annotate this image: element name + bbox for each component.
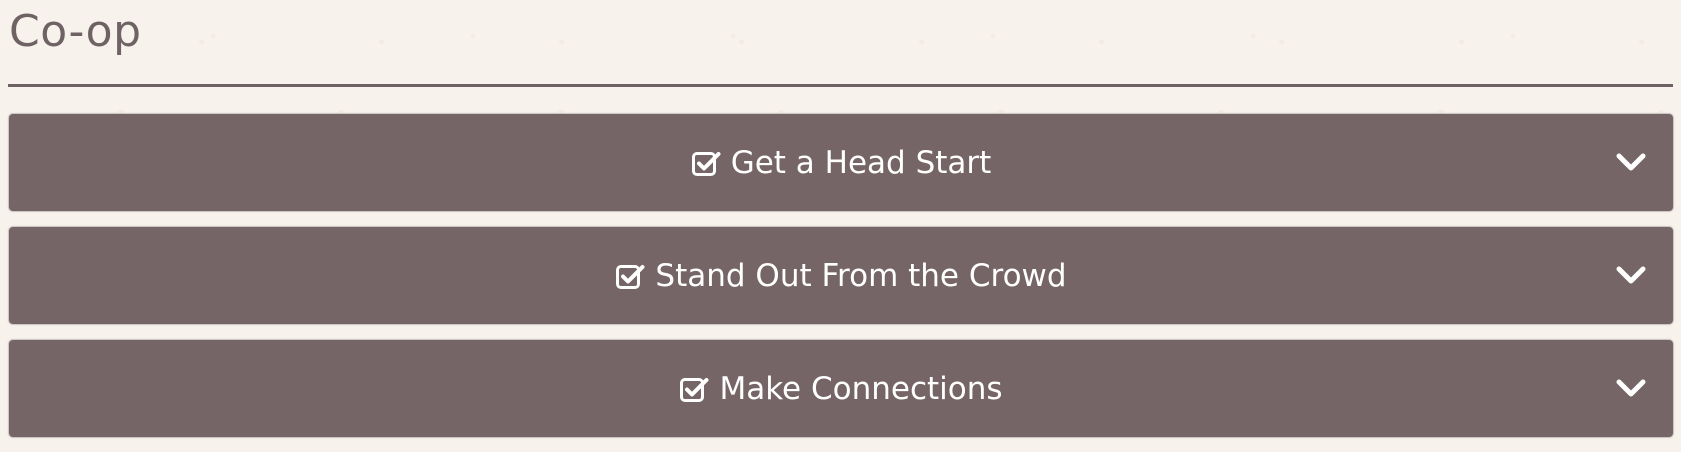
checkbox-checked-icon xyxy=(691,148,721,178)
accordion-item-stand-out-from-the-crowd[interactable]: Stand Out From the Crowd xyxy=(8,226,1674,325)
chevron-down-icon[interactable] xyxy=(1615,152,1647,174)
accordion: Get a Head Start Stand Out From the Crow… xyxy=(8,113,1674,452)
accordion-item-header: Get a Head Start xyxy=(691,143,992,183)
accordion-item-label: Stand Out From the Crowd xyxy=(655,257,1067,294)
accordion-item-label: Make Connections xyxy=(719,370,1003,407)
title-divider xyxy=(8,84,1673,87)
checkbox-checked-icon xyxy=(679,374,709,404)
accordion-item-make-connections[interactable]: Make Connections xyxy=(8,339,1674,438)
chevron-down-icon[interactable] xyxy=(1615,265,1647,287)
checkbox-checked-icon xyxy=(615,261,645,291)
chevron-down-icon[interactable] xyxy=(1615,378,1647,400)
section-title: Co-op xyxy=(9,6,142,57)
accordion-item-label: Get a Head Start xyxy=(730,144,992,181)
accordion-item-header: Make Connections xyxy=(679,369,1003,409)
page: Co-op Get a Head Start Stand Out From th… xyxy=(0,0,1681,446)
accordion-item-header: Stand Out From the Crowd xyxy=(615,256,1067,296)
accordion-item-get-a-head-start[interactable]: Get a Head Start xyxy=(8,113,1674,212)
